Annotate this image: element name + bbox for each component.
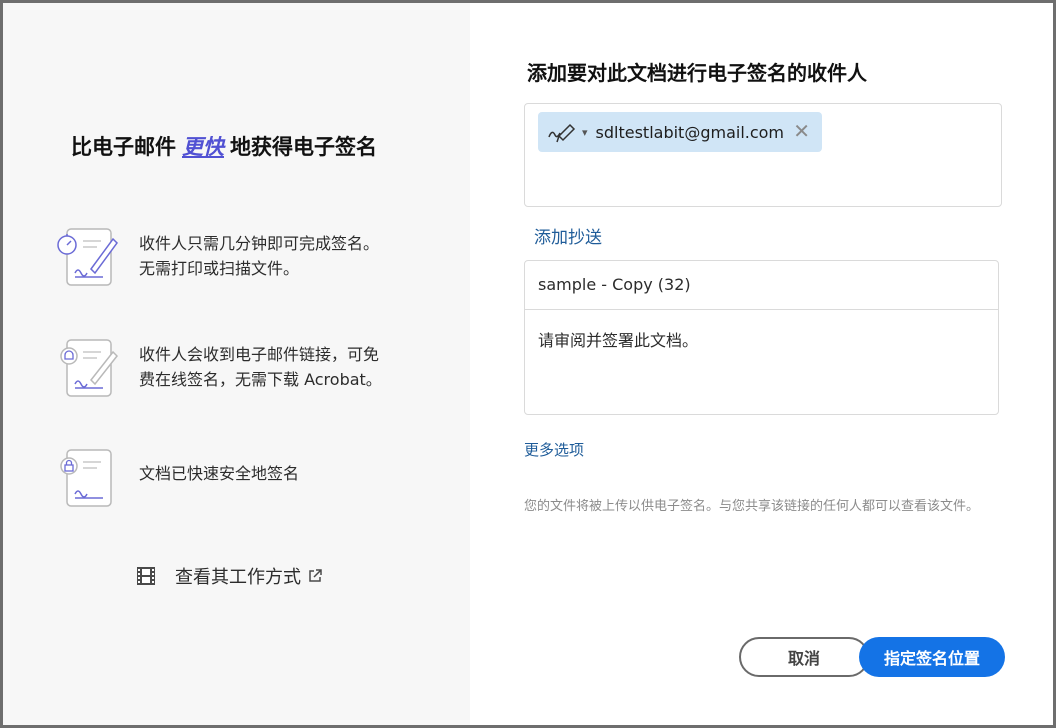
feature-email-link: 收件人会收到电子邮件链接，可免 费在线签名，无需下载 Acrobat。 [53,336,453,406]
recipient-email: sdltestlabit@gmail.com [595,122,785,142]
panel-title: 添加要对此文档进行电子签名的收件人 [527,61,867,85]
film-icon [137,567,155,585]
timer-signature-doc-icon [57,228,118,286]
headline-suffix: 地获得电子签名 [230,135,377,159]
recipient-chip[interactable]: ▾ sdltestlabit@gmail.com ✕ [538,112,822,152]
headline-prefix: 比电子邮件 [71,135,176,159]
feature-secure-signing: 文档已快速安全地签名 [53,446,453,516]
feature-line-1: 文档已快速安全地签名 [139,464,300,483]
how-it-works-link[interactable]: 查看其工作方式 [135,561,323,591]
specify-signature-location-button[interactable]: 指定签名位置 [859,637,1005,677]
headline: 比电子邮件 更快 地获得电子签名 [71,131,377,161]
right-form-panel: 添加要对此文档进行电子签名的收件人 ▾ sdltestlabit@gmail.c… [470,3,1053,725]
feature-text: 收件人只需几分钟即可完成签名。 无需打印或扫描文件。 [139,231,439,281]
message-title-field[interactable]: sample - Copy (32) [525,261,998,310]
feature-fast-signing: 收件人只需几分钟即可完成签名。 无需打印或扫描文件。 [53,225,453,295]
feature-text: 文档已快速安全地签名 [139,461,439,486]
headline-emphasis: 更快 [182,135,224,159]
upload-note: 您的文件将被上传以供电子签名。与您共享该链接的任何人都可以查看该文件。 [524,499,980,514]
cancel-button[interactable]: 取消 [739,637,869,677]
feature-line-2: 无需打印或扫描文件。 [139,259,300,278]
message-body-field[interactable]: 请审阅并签署此文档。 [538,327,698,351]
dialog-window: 比电子邮件 更快 地获得电子签名 收件人只需几分钟即可完成签名。 无需打印或扫描文件… [0,0,1056,728]
recipients-field[interactable]: ▾ sdltestlabit@gmail.com ✕ [524,103,1002,207]
feature-text: 收件人会收到电子邮件链接，可免 费在线签名，无需下载 Acrobat。 [139,342,439,392]
signature-pen-icon [548,123,576,143]
how-it-works-label: 查看其工作方式 [175,567,301,588]
left-info-panel: 比电子邮件 更快 地获得电子签名 收件人只需几分钟即可完成签名。 无需打印或扫描文件… [3,3,470,725]
more-options-link[interactable]: 更多选项 [524,439,584,460]
chevron-down-icon[interactable]: ▾ [582,126,588,139]
lock-signature-doc-icon [60,449,112,507]
remove-recipient-icon[interactable]: ✕ [793,120,810,142]
feature-line-1: 收件人只需几分钟即可完成签名。 [139,234,380,253]
feature-line-1: 收件人会收到电子邮件链接，可免 [139,345,380,364]
email-link-signature-doc-icon [60,339,119,397]
feature-line-2: 费在线签名，无需下载 Acrobat。 [139,370,382,389]
add-cc-link[interactable]: 添加抄送 [534,223,602,248]
external-link-icon [309,569,322,582]
message-box: sample - Copy (32) 请审阅并签署此文档。 [524,260,999,415]
